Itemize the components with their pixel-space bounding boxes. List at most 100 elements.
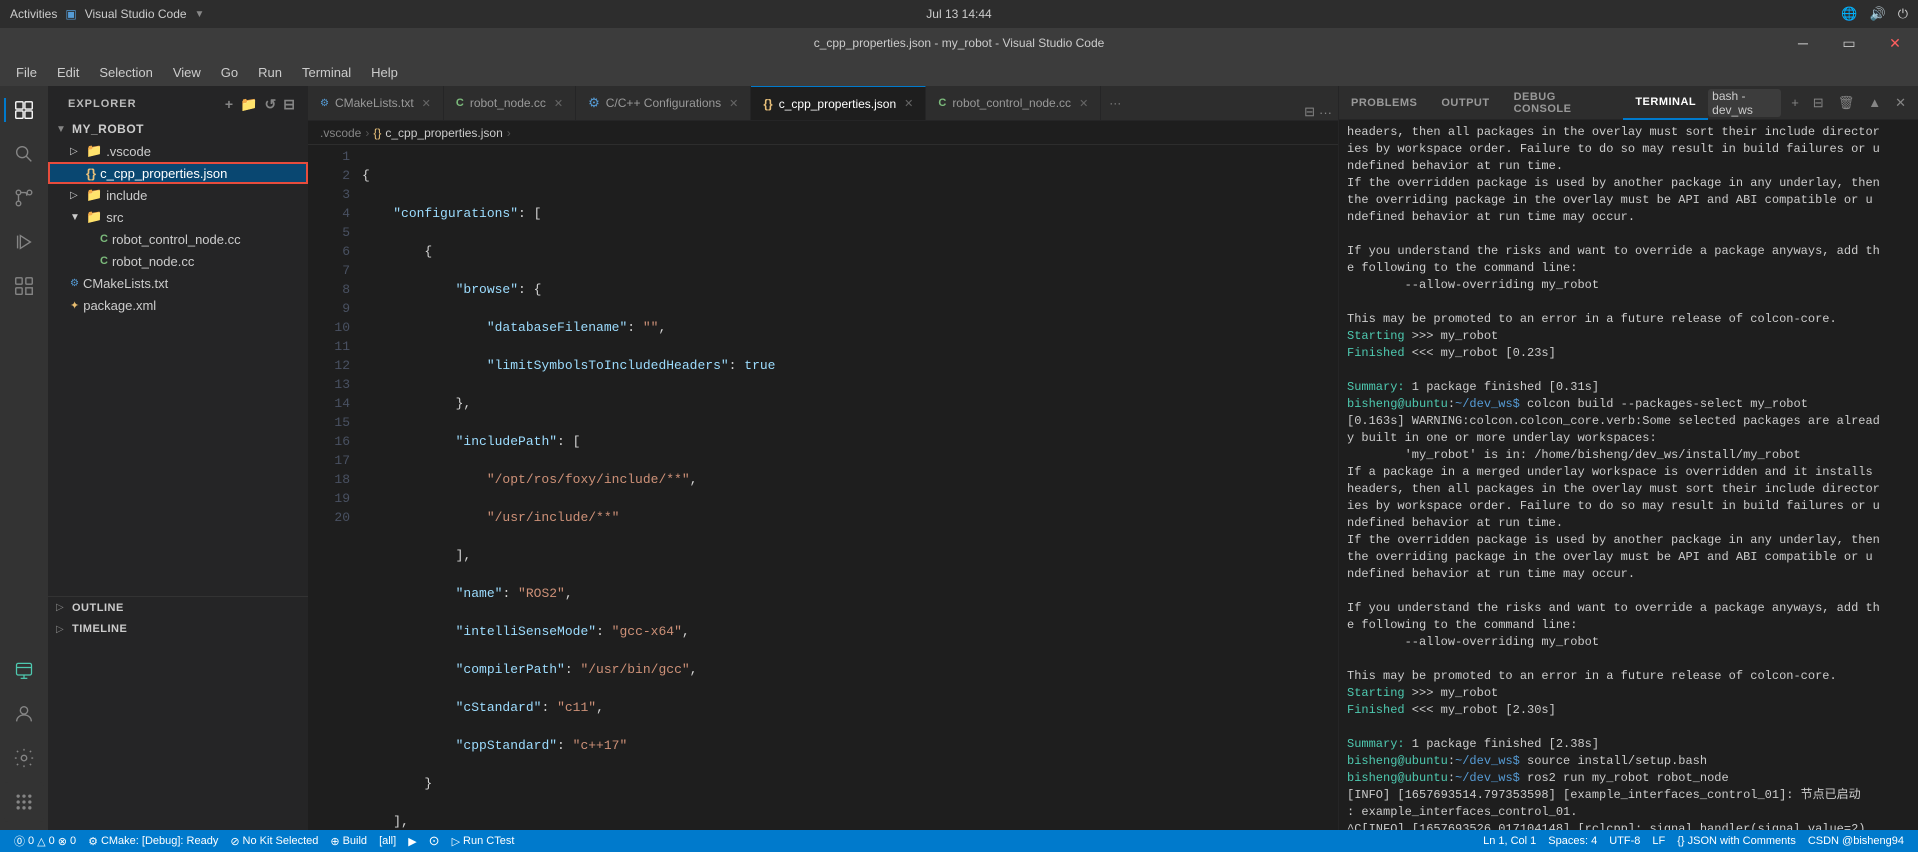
terminal-line-1: headers, then all packages in the overla… [1347, 124, 1910, 141]
activities-label[interactable]: Activities [10, 7, 57, 21]
code-line-12: "name": "ROS2", [358, 584, 1338, 603]
collapse-icon[interactable]: ⊟ [283, 96, 296, 113]
line-num-15: 15 [308, 413, 350, 432]
package-xml-icon: ✦ [70, 299, 79, 312]
tree-timeline-header[interactable]: ▷ TIMELINE [48, 618, 308, 640]
status-debug[interactable]: ⊙ [423, 830, 446, 852]
activity-extensions[interactable] [4, 266, 44, 306]
tab-cmakelists[interactable]: ⚙ CMakeLists.txt ✕ [308, 86, 444, 120]
menu-edit[interactable]: Edit [49, 61, 87, 84]
panel-close-icon[interactable]: ✕ [1891, 93, 1910, 113]
terminal-split-icon[interactable]: ⊟ [1809, 93, 1828, 113]
activity-remote[interactable] [4, 650, 44, 690]
refresh-icon[interactable]: ↺ [265, 96, 278, 113]
build-icon: ⊕ [330, 835, 339, 848]
status-build-target[interactable]: [all] [373, 830, 402, 852]
panel-tab-terminal[interactable]: TERMINAL [1623, 86, 1708, 120]
tab-robot-node[interactable]: C robot_node.cc ✕ [444, 86, 576, 120]
tree-root-my-robot[interactable]: ▼ MY_ROBOT [48, 118, 308, 140]
tree-item-package-xml[interactable]: ✦ package.xml [48, 294, 308, 316]
tree-item-include[interactable]: ▷ 📁 include [48, 184, 308, 206]
tree-item-cmake[interactable]: ⚙ CMakeLists.txt [48, 272, 308, 294]
new-file-icon[interactable]: + [225, 96, 234, 113]
run-ctest-label: Run CTest [463, 835, 514, 847]
terminal-line-33: bisheng@ubuntu:~/dev_ws$ ros2 run my_rob… [1347, 770, 1910, 787]
panel-tab-debug-console[interactable]: DEBUG CONSOLE [1502, 86, 1624, 120]
src-arrow: ▼ [70, 212, 84, 223]
menu-view[interactable]: View [165, 61, 209, 84]
split-editor-icon[interactable]: ⊟ [1304, 104, 1315, 120]
menu-run[interactable]: Run [250, 61, 290, 84]
tab-cpp-props-close[interactable]: ✕ [904, 97, 913, 110]
status-run-ctest[interactable]: ▷ Run CTest [446, 830, 521, 852]
status-cmake[interactable]: ⚙ CMake: [Debug]: Ready [82, 830, 224, 852]
tab-cmake-close[interactable]: ✕ [422, 97, 431, 110]
status-spaces[interactable]: Spaces: 4 [1542, 830, 1603, 852]
tab-robot-control[interactable]: C robot_control_node.cc ✕ [926, 86, 1101, 120]
menu-terminal[interactable]: Terminal [294, 61, 359, 84]
menu-file[interactable]: File [8, 61, 45, 84]
panel: PROBLEMS OUTPUT DEBUG CONSOLE TERMINAL b… [1338, 86, 1918, 830]
tab-robot-node-close[interactable]: ✕ [554, 97, 563, 110]
terminal-line-6: ndefined behavior at run time may occur. [1347, 209, 1910, 226]
activity-account[interactable] [4, 694, 44, 734]
panel-maximize-icon[interactable]: ▲ [1864, 93, 1885, 112]
terminal-content[interactable]: headers, then all packages in the overla… [1339, 120, 1918, 830]
tab-overflow-button[interactable]: ··· [1101, 86, 1129, 120]
close-button[interactable]: ✕ [1872, 28, 1918, 58]
menu-go[interactable]: Go [213, 61, 246, 84]
tree-item-robot-control[interactable]: C robot_control_node.cc [48, 228, 308, 250]
activity-source-control[interactable] [4, 178, 44, 218]
power-icon[interactable]: ⏻ [1898, 6, 1908, 22]
code-line-14: "compilerPath": "/usr/bin/gcc", [358, 660, 1338, 679]
status-user-info[interactable]: CSDN @bisheng94 [1802, 830, 1910, 852]
menu-help[interactable]: Help [363, 61, 406, 84]
line-num-8: 8 [308, 280, 350, 299]
status-encoding[interactable]: UTF-8 [1603, 830, 1646, 852]
status-language-mode[interactable]: {} JSON with Comments [1671, 830, 1802, 852]
new-folder-icon[interactable]: 📁 [240, 96, 258, 113]
app-name-label[interactable]: Visual Studio Code [85, 7, 187, 21]
status-errors-warnings[interactable]: ⓪ 0 △ 0 ⊗ 0 [8, 830, 82, 852]
tree-item-vscode[interactable]: ▷ 📁 .vscode [48, 140, 308, 162]
tree-item-src[interactable]: ▼ 📁 src [48, 206, 308, 228]
system-bar: Activities ▣ Visual Studio Code ▼ Jul 13… [0, 0, 1918, 28]
tree-item-robot-node[interactable]: C robot_node.cc [48, 250, 308, 272]
maximize-button[interactable]: ▭ [1826, 28, 1872, 58]
tree-outline-header[interactable]: ▷ OUTLINE [48, 596, 308, 618]
activity-settings[interactable] [4, 738, 44, 778]
terminal-delete-icon[interactable]: 🗑 [1834, 93, 1859, 113]
status-line-ending[interactable]: LF [1646, 830, 1671, 852]
dropdown-arrow[interactable]: ▼ [195, 9, 205, 20]
vscode-indicator: ▣ [65, 7, 76, 21]
activity-search[interactable] [4, 134, 44, 174]
sound-icon[interactable]: 🔊 [1870, 6, 1886, 22]
terminal-line-9: --allow-overriding my_robot [1347, 277, 1910, 294]
activity-explorer[interactable] [4, 90, 44, 130]
tab-cpp-config[interactable]: ⚙ C/C++ Configurations ✕ [576, 86, 751, 120]
activity-run-debug[interactable] [4, 222, 44, 262]
code-line-7: }, [358, 394, 1338, 413]
activity-apps[interactable] [4, 782, 44, 822]
status-play[interactable]: ▶ [402, 830, 422, 852]
status-build[interactable]: ⊕ Build [324, 830, 373, 852]
minimize-button[interactable]: ─ [1780, 28, 1826, 58]
tab-robot-control-close[interactable]: ✕ [1079, 97, 1088, 110]
breadcrumb-vscode[interactable]: .vscode [320, 126, 361, 140]
panel-tab-problems[interactable]: PROBLEMS [1339, 86, 1429, 120]
editor-content[interactable]: 1 2 3 4 5 6 7 8 9 10 11 12 13 14 15 16 1… [308, 145, 1338, 830]
menu-selection[interactable]: Selection [91, 61, 160, 84]
status-no-kit[interactable]: ⊘ No Kit Selected [224, 830, 324, 852]
status-cursor-position[interactable]: Ln 1, Col 1 [1477, 830, 1542, 852]
code-editor[interactable]: { "configurations": [ { "browse": { "dat… [358, 145, 1338, 830]
panel-tab-output[interactable]: OUTPUT [1429, 86, 1501, 120]
tab-cpp-properties[interactable]: {} c_cpp_properties.json ✕ [751, 86, 926, 120]
terminal-add-icon[interactable]: + [1787, 93, 1803, 112]
tab-cpp-config-close[interactable]: ✕ [729, 97, 738, 110]
more-actions-icon[interactable]: ··· [1319, 105, 1332, 120]
network-icon[interactable]: 🌐 [1841, 6, 1857, 22]
breadcrumb-file[interactable]: c_cpp_properties.json [385, 126, 502, 140]
terminal-line-30: Finished <<< my_robot [2.30s] [1347, 702, 1910, 719]
tree-item-c-cpp-properties[interactable]: {} c_cpp_properties.json [48, 162, 308, 184]
terminal-line-27: --allow-overriding my_robot [1347, 634, 1910, 651]
